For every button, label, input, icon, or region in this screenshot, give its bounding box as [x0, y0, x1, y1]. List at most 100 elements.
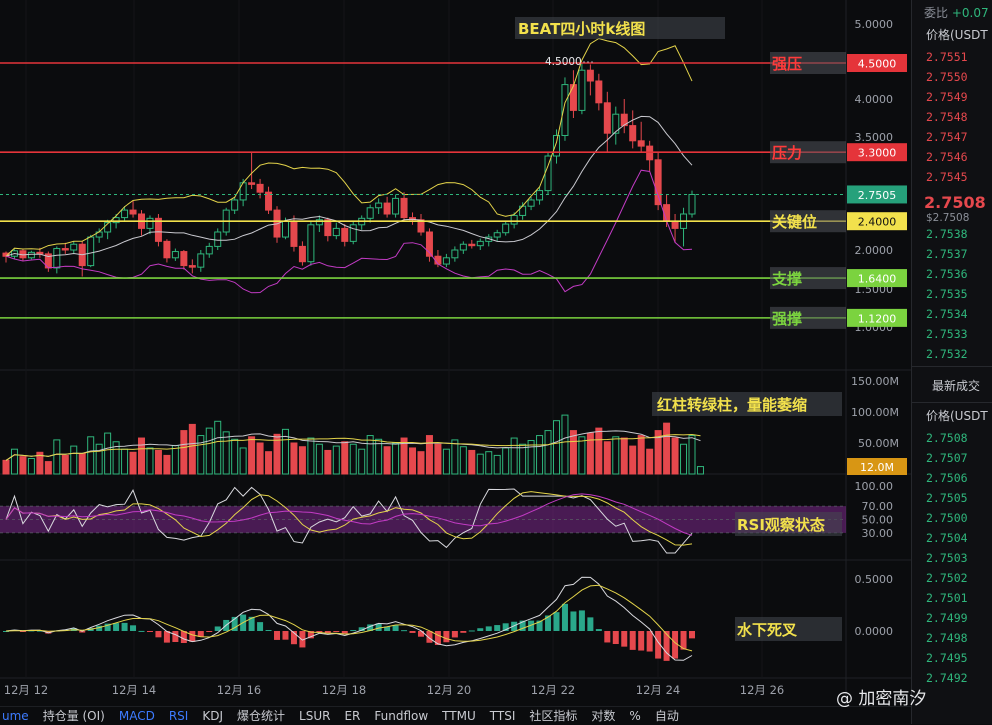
trade-row[interactable]: 2.7502: [912, 568, 992, 588]
tab-fundflow[interactable]: Fundflow: [374, 709, 428, 723]
volume-bar: [146, 447, 154, 475]
macd-histogram-bar: [689, 631, 695, 639]
volume-bar: [349, 443, 357, 475]
candle-body: [476, 240, 484, 247]
ask-row[interactable]: 2.7545: [912, 167, 992, 187]
volume-bar: [341, 441, 349, 475]
volume-bar: [19, 456, 27, 475]
trade-row[interactable]: 2.7495: [912, 648, 992, 668]
candle-body: [536, 190, 544, 201]
volume-bar: [197, 435, 205, 475]
trade-row[interactable]: 2.7500: [912, 508, 992, 528]
bid-row[interactable]: 2.7534: [912, 304, 992, 324]
volume-bar: [595, 427, 603, 475]
trade-row[interactable]: 2.7508: [912, 428, 992, 448]
tab-macd[interactable]: MACD: [119, 709, 155, 723]
ask-row[interactable]: 2.7551: [912, 47, 992, 67]
volume-bar: [510, 437, 518, 475]
tab-er[interactable]: ER: [344, 709, 360, 723]
bid-row[interactable]: 2.7533: [912, 324, 992, 344]
macd-histogram-bar: [468, 630, 475, 632]
bid-row[interactable]: 2.7535: [912, 284, 992, 304]
tab-kdj[interactable]: KDJ: [202, 709, 223, 723]
trade-row[interactable]: 2.7507: [912, 448, 992, 468]
tab--[interactable]: 对数: [591, 707, 615, 724]
tab-rsi[interactable]: RSI: [169, 709, 189, 723]
tab--[interactable]: 社区指标: [529, 707, 577, 724]
trade-row[interactable]: 2.7503: [912, 548, 992, 568]
volume-bar: [544, 430, 552, 475]
candle-body: [214, 231, 222, 247]
tab-ttsi[interactable]: TTSI: [490, 709, 516, 723]
tab--oi-[interactable]: 持仓量 (OI): [43, 707, 105, 724]
volume-bar: [332, 445, 340, 475]
trade-row[interactable]: 2.7506: [912, 468, 992, 488]
tab--[interactable]: 自动: [655, 707, 679, 724]
volume-bar: [188, 423, 196, 475]
macd-axis-tick: 0.5000: [855, 573, 894, 586]
volume-bar: [646, 448, 654, 475]
trade-row[interactable]: 2.7499: [912, 608, 992, 628]
bids-list: 2.7538 2.7537 2.7536 2.7535 2.7534 2.7533 2.75…: [912, 224, 992, 364]
volume-bar: [696, 466, 704, 475]
tab-ttmu[interactable]: TTMU: [442, 709, 476, 723]
macd-histogram-bar: [138, 630, 145, 632]
ask-row[interactable]: 2.7547: [912, 127, 992, 147]
bid-row[interactable]: 2.7538: [912, 224, 992, 244]
volume-bar: [663, 422, 671, 475]
trade-row[interactable]: 2.7504: [912, 528, 992, 548]
volume-bar: [459, 446, 467, 475]
volume-bar: [2, 459, 10, 475]
order-book-panel: 委比 +0.07 价格(USDT 2.7551 2.7550 2.7549 2.754…: [911, 0, 992, 724]
bid-row[interactable]: 2.7537: [912, 244, 992, 264]
candle-body: [434, 255, 442, 265]
volume-axis-tick: 150.00M: [851, 375, 899, 388]
macd-histogram-bar: [172, 631, 179, 642]
volume-bar: [290, 442, 298, 475]
order-book-header: 委比 +0.07: [912, 0, 992, 22]
macd-histogram-bar: [265, 629, 272, 631]
volume-bar: [612, 436, 620, 475]
ask-row[interactable]: 2.7548: [912, 107, 992, 127]
macd-histogram-bar: [113, 623, 120, 631]
volume-bar: [451, 439, 459, 475]
bid-row[interactable]: 2.7536: [912, 264, 992, 284]
candle-body: [400, 197, 408, 219]
bid-row[interactable]: 2.7532: [912, 344, 992, 364]
tab--[interactable]: %: [629, 709, 640, 723]
candle-body: [375, 202, 383, 209]
candle-body: [366, 207, 374, 219]
ask-row[interactable]: 2.7550: [912, 67, 992, 87]
volume-bar: [637, 435, 645, 475]
volume-bar: [205, 427, 213, 475]
tab--[interactable]: 爆仓统计: [237, 707, 285, 724]
volume-bar: [366, 435, 374, 475]
trade-row[interactable]: 2.7498: [912, 628, 992, 648]
x-axis-tick: 12月 12: [4, 683, 48, 697]
rsi-axis-tick: 70.00: [862, 500, 894, 513]
trade-row[interactable]: 2.7505: [912, 488, 992, 508]
tab-lsur[interactable]: LSUR: [299, 709, 330, 723]
volume-bar: [629, 445, 637, 475]
volume-bar: [603, 441, 611, 475]
level-label: 强撑: [772, 310, 802, 328]
volume-bar: [265, 451, 273, 475]
volume-bar: [493, 454, 501, 475]
chart-canvas[interactable]: 5.00004.00003.50002.00001.50001.000012月 …: [0, 0, 911, 706]
macd-histogram-bar: [451, 631, 458, 638]
macd-histogram-bar: [595, 629, 602, 631]
tab-volume[interactable]: ume: [2, 709, 29, 723]
volume-bar: [417, 451, 425, 475]
rsi-axis-tick: 30.00: [862, 527, 894, 540]
trades-section-title[interactable]: 最新成交: [912, 366, 992, 403]
ask-row[interactable]: 2.7549: [912, 87, 992, 107]
volume-bar: [10, 448, 18, 475]
candle-body: [332, 227, 340, 237]
level-price-value: 4.5000: [858, 58, 897, 71]
trade-row[interactable]: 2.7501: [912, 588, 992, 608]
chart-title: BEAT四小时k线图: [518, 20, 645, 38]
macd-histogram-bar: [274, 631, 281, 640]
volume-bar: [214, 420, 222, 475]
volume-bar: [53, 439, 61, 475]
ask-row[interactable]: 2.7546: [912, 147, 992, 167]
